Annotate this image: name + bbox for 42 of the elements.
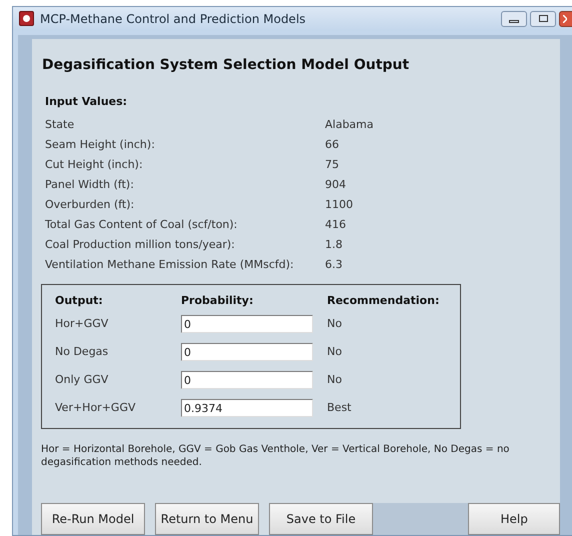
field-label: Ventilation Methane Emission Rate (MMscfd): xyxy=(45,256,295,273)
recommendation-text: No xyxy=(327,316,342,332)
probability-field[interactable]: 0 xyxy=(181,315,313,333)
action-button[interactable]: Return to Menu xyxy=(155,503,259,535)
action-button[interactable]: Re-Run Model xyxy=(41,503,145,535)
recommendation-text: No xyxy=(327,344,342,360)
field-value: 75 xyxy=(325,156,339,173)
field-value: 904 xyxy=(325,176,346,193)
abbreviation-note: Hor = Horizontal Borehole, GGV = Gob Gas Venthole, Ver = Vertical Borehole, No Degas = no degasification methods needed. xyxy=(41,443,510,469)
output-name: Hor+GGV xyxy=(55,316,110,332)
column-header: Probability: xyxy=(181,292,254,309)
field-label: Panel Width (ft): xyxy=(45,176,135,193)
minimize-button[interactable] xyxy=(501,10,527,27)
field-value: 416 xyxy=(325,216,346,233)
output-name: No Degas xyxy=(55,344,110,360)
field-value: 1.8 xyxy=(325,236,342,253)
field-label: Seam Height (inch): xyxy=(45,136,156,153)
app-icon xyxy=(19,11,34,26)
page-heading: Degasification System Selection Model Output xyxy=(42,56,410,74)
field-label: Overburden (ft): xyxy=(45,196,136,213)
probability-field[interactable]: 0 xyxy=(181,371,313,389)
probability-field[interactable]: 0 xyxy=(181,343,313,361)
recommendation-text: Best xyxy=(327,400,352,416)
column-header: Output: xyxy=(55,292,104,309)
help-button[interactable]: Help xyxy=(468,503,560,535)
field-value: 6.3 xyxy=(325,256,342,273)
window-title: MCP-Methane Control and Prediction Models xyxy=(40,10,306,28)
output-name: Only GGV xyxy=(55,372,110,388)
field-label: Cut Height (inch): xyxy=(45,156,144,173)
probability-field[interactable]: 0.9374 xyxy=(181,399,313,417)
field-value: 66 xyxy=(325,136,339,153)
output-name: Ver+Hor+GGV xyxy=(55,400,136,416)
maximize-button[interactable] xyxy=(530,10,556,27)
field-value: Alabama xyxy=(325,116,374,133)
section-label: Input Values: xyxy=(45,94,128,110)
recommendation-text: No xyxy=(327,372,342,388)
field-label: Coal Production million tons/year): xyxy=(45,236,236,253)
field-label: State xyxy=(45,116,76,133)
field-label: Total Gas Content of Coal (scf/ton): xyxy=(45,216,238,233)
field-value: 1100 xyxy=(325,196,353,213)
action-button[interactable]: Save to File xyxy=(269,503,373,535)
column-header: Recommendation: xyxy=(327,292,440,309)
